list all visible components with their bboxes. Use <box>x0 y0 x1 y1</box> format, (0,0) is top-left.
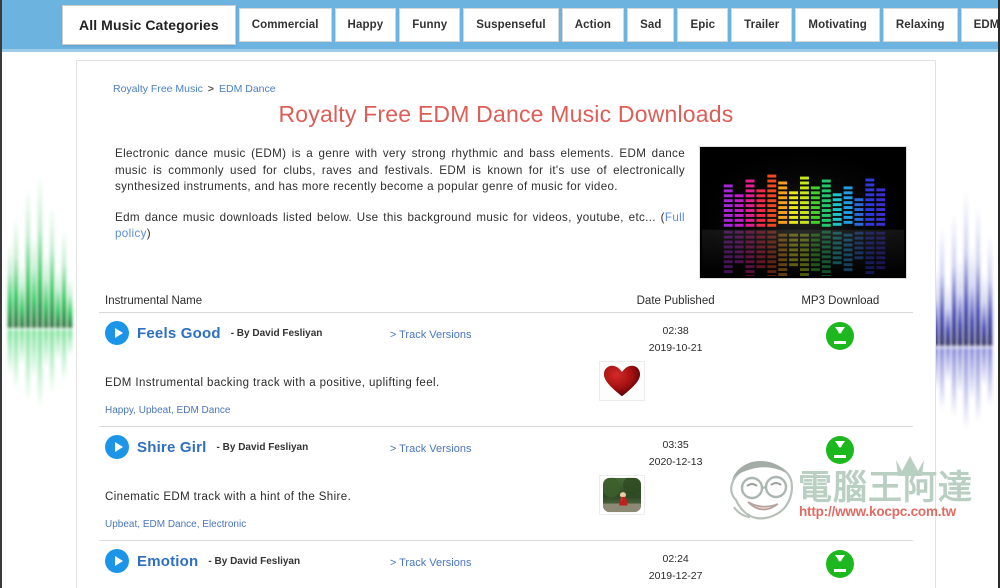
category-tab-epic[interactable]: Epic <box>677 7 729 42</box>
category-tabs: All Music Categories Commercial Happy Fu… <box>62 4 1000 45</box>
play-icon[interactable] <box>105 435 129 459</box>
track-date-cell: 02:24 2019-12-27 <box>584 549 768 585</box>
category-tab-label: Happy <box>347 18 384 31</box>
category-tab-label: Suspenseful <box>476 18 546 31</box>
page-title: Royalty Free EDM Dance Music Downloads <box>278 101 734 127</box>
download-icon[interactable] <box>826 436 855 464</box>
background-waveform-right <box>934 190 992 430</box>
category-tab-trailer[interactable]: Trailer <box>731 7 793 42</box>
download-icon[interactable] <box>826 322 855 350</box>
track-title-link[interactable]: Shire Girl <box>137 439 207 456</box>
category-tab-funny[interactable]: Funny <box>399 7 461 42</box>
track-tag[interactable]: EDM Dance <box>143 519 197 530</box>
track-description: EDM Instrumental backing track with a po… <box>105 377 440 389</box>
category-tab-motivating[interactable]: Motivating <box>795 7 880 42</box>
track-artist: - By David Fesliyan <box>208 555 301 567</box>
track-duration: 02:38 <box>662 325 689 337</box>
track-description: Cinematic EDM track with a hint of the S… <box>105 491 352 503</box>
track-date-cell: 02:38 2019-10-21 <box>584 321 768 357</box>
table-row: Shire Girl - By David Fesliyan > Track V… <box>99 427 913 541</box>
category-tab-label: EDM Electronic <box>973 18 1000 31</box>
category-tab-relaxing[interactable]: Relaxing <box>882 7 958 42</box>
category-tab-label: Sad <box>640 18 662 31</box>
track-versions-link[interactable]: > Track Versions <box>390 557 472 569</box>
play-icon[interactable] <box>105 321 129 345</box>
intro-paragraph-2-suffix: ) <box>146 227 151 240</box>
intro-section: Electronic dance music (EDM) is a genre … <box>91 146 921 279</box>
track-tags: Happy, Upbeat, EDM Dance <box>105 405 231 416</box>
category-tab-label: Commercial <box>251 18 319 31</box>
breadcrumb: Royalty Free Music > EDM Dance <box>113 83 921 95</box>
breadcrumb-link-royalty-free-music[interactable]: Royalty Free Music <box>113 83 203 95</box>
track-tag[interactable]: EDM Dance <box>177 405 231 416</box>
category-tab-label: Epic <box>690 18 716 31</box>
track-tag[interactable]: Electronic <box>202 519 246 530</box>
category-tab-label: Action <box>574 18 612 31</box>
category-tab-label: Motivating <box>808 18 867 31</box>
category-tab-suspenseful[interactable]: Suspenseful <box>463 7 559 42</box>
play-icon[interactable] <box>105 549 129 573</box>
column-header-mp3-download: MP3 Download <box>801 295 880 307</box>
page-root: All Music Categories Commercial Happy Fu… <box>0 0 1000 588</box>
track-versions-link[interactable]: > Track Versions <box>390 443 472 455</box>
category-tab-all-music-categories[interactable]: All Music Categories <box>62 4 236 45</box>
track-tag[interactable]: Happy <box>105 405 133 416</box>
category-tab-label: Relaxing <box>895 18 945 31</box>
category-tab-commercial[interactable]: Commercial <box>238 7 332 42</box>
track-artist: - By David Fesliyan <box>216 441 309 453</box>
download-icon[interactable] <box>826 550 855 578</box>
category-tab-label: Funny <box>412 18 448 31</box>
track-tag[interactable]: Upbeat <box>139 405 171 416</box>
breadcrumb-link-edm-dance[interactable]: EDM Dance <box>219 83 276 95</box>
track-date-published: 2020-12-13 <box>648 456 703 468</box>
track-tag[interactable]: Upbeat <box>105 519 137 530</box>
track-thumbnail-woman-red-dress-forest <box>599 475 645 515</box>
track-date-published: 2019-12-27 <box>648 570 703 582</box>
category-tab-sad[interactable]: Sad <box>627 7 675 42</box>
track-date-cell: 03:35 2020-12-13 <box>584 435 768 471</box>
category-tab-happy[interactable]: Happy <box>334 7 397 42</box>
intro-paragraph-2-prefix: Edm dance music downloads listed below. … <box>115 210 665 224</box>
background-waveform-left <box>8 173 72 410</box>
track-title-link[interactable]: Feels Good <box>137 325 221 342</box>
category-tab-edm-electronic[interactable]: EDM Electronic <box>960 7 1000 42</box>
track-versions-link[interactable]: > Track Versions <box>390 329 472 341</box>
intro-paragraph-2: Edm dance music downloads listed below. … <box>115 210 685 243</box>
track-duration: 03:35 <box>662 439 689 451</box>
track-table-header: Instrumental Name Date Published MP3 Dow… <box>99 295 913 313</box>
breadcrumb-separator: > <box>207 83 214 95</box>
track-duration: 02:24 <box>662 553 689 565</box>
track-tags: Upbeat, EDM Dance, Electronic <box>105 519 247 530</box>
intro-paragraph-1: Electronic dance music (EDM) is a genre … <box>115 147 685 193</box>
intro-text: Electronic dance music (EDM) is a genre … <box>115 146 685 279</box>
category-tab-action[interactable]: Action <box>561 7 625 42</box>
track-artist: - By David Fesliyan <box>230 327 323 339</box>
table-row: Feels Good - By David Fesliyan > Track V… <box>99 313 913 427</box>
track-date-published: 2019-10-21 <box>648 342 703 354</box>
equalizer-hero-image <box>699 146 907 279</box>
category-tab-label: Trailer <box>744 18 780 31</box>
content-card: Royalty Free Music > EDM Dance Royalty Fre… <box>76 60 936 588</box>
table-row: Emotion - By David Fesliyan > Track Vers… <box>99 541 913 588</box>
category-tab-label: All Music Categories <box>79 16 219 33</box>
column-header-instrumental-name: Instrumental Name <box>105 295 203 307</box>
track-title-link[interactable]: Emotion <box>137 553 198 570</box>
column-header-date-published: Date Published <box>636 295 715 307</box>
category-nav-bar: All Music Categories Commercial Happy Fu… <box>2 0 998 52</box>
track-thumbnail-red-heart <box>599 361 645 401</box>
